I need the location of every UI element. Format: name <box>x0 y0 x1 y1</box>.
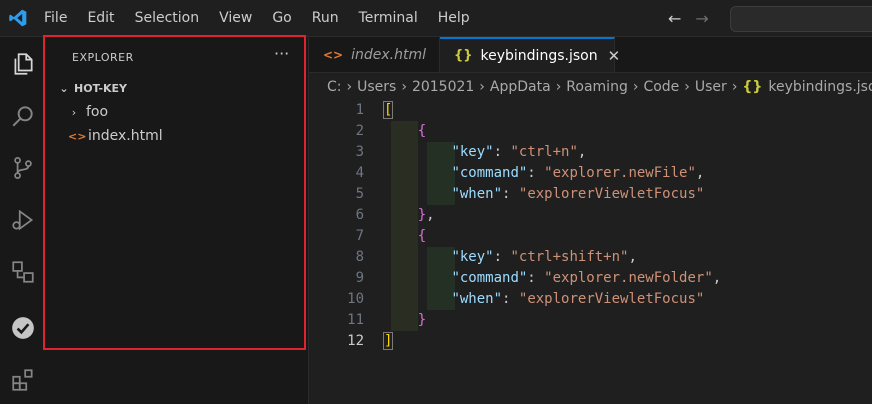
line-number: 11 <box>347 312 364 328</box>
code-content: [ { "key": "ctrl+n", "command": "explore… <box>382 100 722 352</box>
code-line: "when": "explorerViewletFocus" <box>451 186 705 202</box>
title-bar: File Edit Selection View Go Run Terminal… <box>0 0 872 37</box>
activity-bar <box>0 37 49 404</box>
code-line: "key": "ctrl+n", <box>451 144 587 160</box>
code-line: "key": "ctrl+shift+n", <box>451 249 637 265</box>
json-file-icon: {} <box>742 79 763 95</box>
line-number: 4 <box>355 165 364 181</box>
code-line: "command": "explorer.newFolder", <box>451 270 722 286</box>
breadcrumb-item[interactable]: keybindings.json <box>768 79 872 95</box>
code-line: }, <box>417 207 435 223</box>
forward-arrow-icon[interactable]: → <box>695 9 708 28</box>
binding-command: explorer.newFolder <box>552 270 705 286</box>
menu-view[interactable]: View <box>219 10 252 26</box>
more-actions-icon[interactable]: ··· <box>274 44 289 63</box>
breadcrumb-item[interactable]: User <box>695 79 727 95</box>
line-number: 6 <box>355 207 364 223</box>
chevron-right-icon: › <box>346 79 353 95</box>
breadcrumb-item[interactable]: Users <box>357 79 396 95</box>
html-file-icon: <> <box>68 129 87 143</box>
chevron-right-icon: › <box>479 79 485 95</box>
breadcrumb-item[interactable]: Code <box>643 79 679 95</box>
line-number: 7 <box>355 228 364 244</box>
chevron-right-icon: › <box>71 105 77 119</box>
line-number: 3 <box>355 144 364 160</box>
tree-item-folder[interactable]: › foo <box>48 101 306 123</box>
chevron-right-icon: › <box>632 79 639 95</box>
breadcrumb-item[interactable]: 2015021 <box>412 79 474 95</box>
code-line: "when": "explorerViewletFocus" <box>451 291 705 307</box>
extensions-icon[interactable] <box>10 367 36 393</box>
search-icon[interactable] <box>10 103 36 129</box>
line-number-gutter: 1 2 3 4 5 6 7 8 9 10 11 12 <box>309 100 364 352</box>
binding-key: ctrl+n <box>518 144 570 160</box>
breadcrumb-item[interactable]: C: <box>327 79 342 95</box>
files-icon[interactable] <box>10 51 36 77</box>
chevron-right-icon: › <box>684 79 690 95</box>
line-number: 12 <box>347 333 364 349</box>
menu-run[interactable]: Run <box>312 10 339 26</box>
back-arrow-icon[interactable]: ← <box>668 9 681 28</box>
breadcrumb-item[interactable]: AppData <box>490 79 551 95</box>
line-number: 10 <box>347 291 364 307</box>
source-control-icon[interactable] <box>10 155 36 181</box>
chevron-down-icon: ⌄ <box>59 81 69 95</box>
menu-selection[interactable]: Selection <box>135 10 200 26</box>
remote-explorer-icon[interactable] <box>10 259 36 285</box>
tab-index-html[interactable]: <> index.html <box>309 37 440 72</box>
tab-label: index.html <box>351 46 426 63</box>
menu-bar: File Edit Selection View Go Run Terminal… <box>44 0 490 36</box>
tab-keybindings-json[interactable]: {} keybindings.json ✕ <box>440 37 620 72</box>
line-number: 9 <box>355 270 364 286</box>
tree-item-file[interactable]: <> index.html <box>48 125 306 147</box>
explorer-title: EXPLORER <box>72 51 134 64</box>
binding-when: explorerViewletFocus <box>527 186 696 202</box>
menu-file[interactable]: File <box>44 10 67 26</box>
command-center-search[interactable] <box>730 6 872 32</box>
code-editor[interactable]: 1 2 3 4 5 6 7 8 9 10 11 12 [ { "key": "c… <box>309 100 872 404</box>
explorer-sidebar: EXPLORER ··· ⌄ HOT-KEY › foo <> index.ht… <box>48 37 309 404</box>
code-line: { <box>417 123 427 139</box>
binding-key: ctrl+shift+n <box>518 249 621 265</box>
json-file-icon: {} <box>454 48 473 63</box>
code-line: [ <box>382 101 394 119</box>
tab-label: keybindings.json <box>480 47 598 64</box>
binding-command: explorer.newFile <box>552 165 688 181</box>
chevron-right-icon: › <box>555 79 562 95</box>
code-line: "command": "explorer.newFile", <box>451 165 705 181</box>
binding-when: explorerViewletFocus <box>527 291 696 307</box>
tree-item-label: foo <box>86 104 109 120</box>
workspace-section-header[interactable]: ⌄ HOT-KEY <box>48 77 306 99</box>
testing-icon[interactable] <box>10 315 36 341</box>
run-debug-icon[interactable] <box>10 207 36 233</box>
line-number: 1 <box>355 102 364 118</box>
menu-help[interactable]: Help <box>438 10 470 26</box>
tree-item-label: index.html <box>88 128 163 144</box>
html-file-icon: <> <box>323 47 344 62</box>
vscode-logo-icon <box>9 9 27 27</box>
chevron-right-icon: › <box>731 79 738 95</box>
breadcrumb-item[interactable]: Roaming <box>566 79 628 95</box>
code-line: } <box>417 312 427 328</box>
menu-go[interactable]: Go <box>272 10 291 26</box>
close-icon[interactable]: ✕ <box>608 47 621 65</box>
line-number: 5 <box>355 186 364 202</box>
line-number: 8 <box>355 249 364 265</box>
editor-tabs: <> index.html {} keybindings.json ✕ <box>309 37 872 73</box>
chevron-right-icon: › <box>401 79 407 95</box>
code-line: { <box>417 228 427 244</box>
menu-terminal[interactable]: Terminal <box>359 10 418 26</box>
breadcrumb: C: › Users › 2015021 › AppData › Roaming… <box>309 74 872 100</box>
workspace-name: HOT-KEY <box>74 81 128 95</box>
code-line: ] <box>382 332 394 350</box>
line-number: 2 <box>355 123 364 139</box>
menu-edit[interactable]: Edit <box>87 10 114 26</box>
